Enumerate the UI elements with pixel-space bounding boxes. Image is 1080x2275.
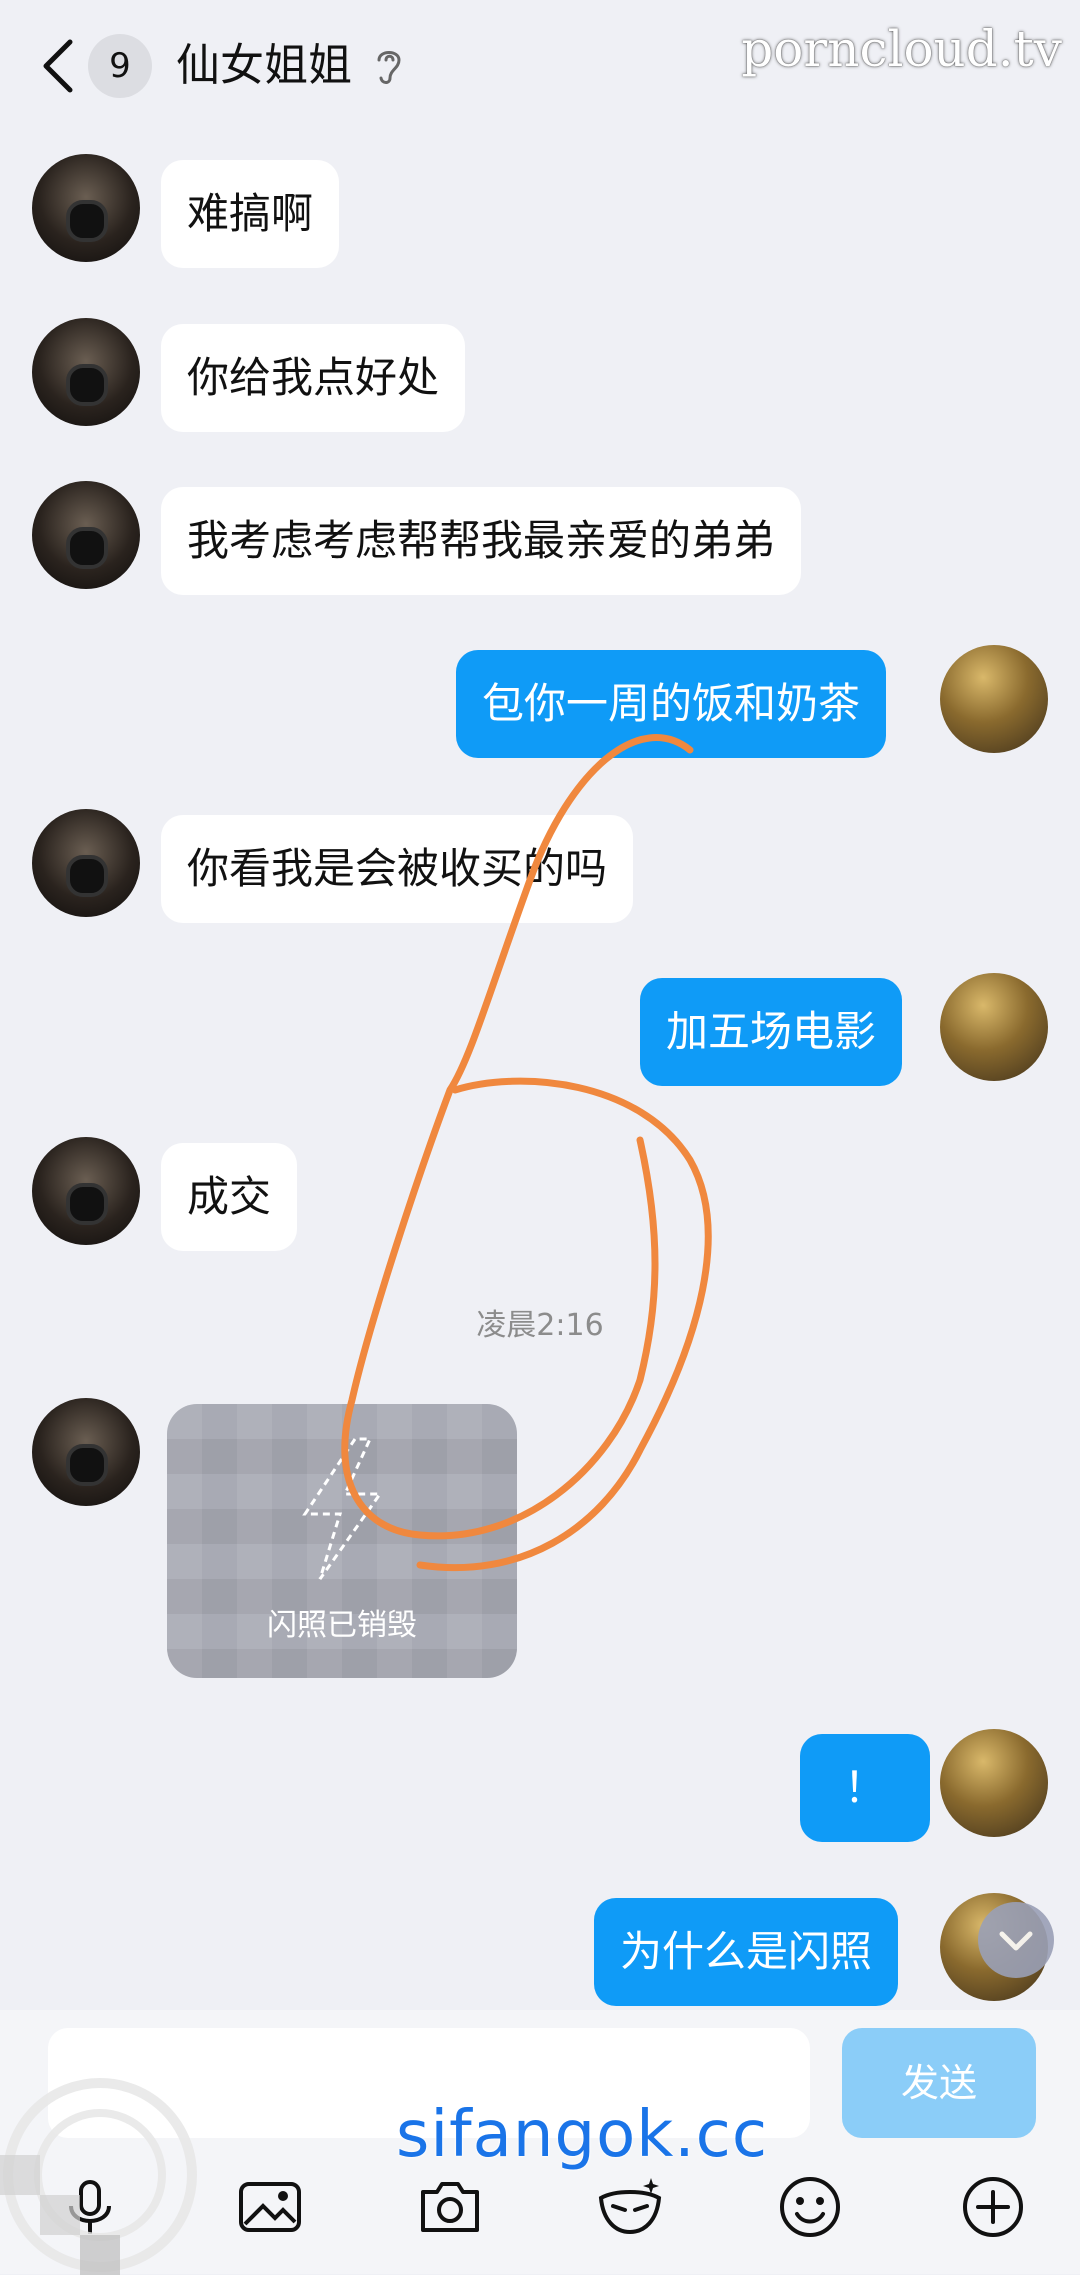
scroll-to-bottom-button[interactable] bbox=[978, 1902, 1054, 1978]
message-timestamp: 凌晨2:16 bbox=[476, 1308, 604, 1343]
ear-icon[interactable] bbox=[372, 44, 406, 88]
contact-avatar[interactable] bbox=[32, 318, 140, 426]
contact-avatar[interactable] bbox=[32, 154, 140, 262]
outgoing-message-bubble[interactable]: 为什么是闪照 bbox=[594, 1898, 899, 2006]
contact-avatar[interactable] bbox=[32, 1398, 140, 1506]
flash-photo-label: 闪照已销毁 bbox=[267, 1608, 417, 1643]
flash-photo-message[interactable]: 闪照已销毁 bbox=[167, 1404, 517, 1678]
camera-icon[interactable] bbox=[415, 2172, 485, 2242]
contact-avatar[interactable] bbox=[32, 481, 140, 589]
self-avatar[interactable] bbox=[940, 645, 1048, 753]
incoming-message-bubble[interactable]: 成交 bbox=[161, 1143, 298, 1251]
watermark-bottom: sifangok.cc bbox=[396, 2098, 768, 2172]
chevron-down-icon bbox=[999, 1931, 1033, 1951]
lightning-icon bbox=[302, 1437, 383, 1580]
incoming-message-bubble[interactable]: 我考虑考虑帮帮我最亲爱的弟弟 bbox=[161, 487, 802, 595]
emoji-icon[interactable] bbox=[775, 2172, 845, 2242]
watermark-top: porncloud.tv bbox=[741, 20, 1062, 78]
incoming-message-bubble[interactable]: 你看我是会被收买的吗 bbox=[161, 815, 634, 923]
back-chevron-icon[interactable] bbox=[36, 36, 86, 96]
contact-name[interactable]: 仙女姐姐 bbox=[176, 34, 352, 98]
image-icon[interactable] bbox=[235, 2172, 305, 2242]
outgoing-message-bubble[interactable]: 加五场电影 bbox=[640, 978, 903, 1086]
watermark-logo bbox=[0, 2078, 197, 2275]
outgoing-message-bubble[interactable]: ！ bbox=[800, 1734, 931, 1842]
plus-icon[interactable] bbox=[958, 2172, 1028, 2242]
self-avatar[interactable] bbox=[940, 973, 1048, 1081]
mask-icon[interactable] bbox=[595, 2172, 665, 2242]
incoming-message-bubble[interactable]: 你给我点好处 bbox=[161, 324, 466, 432]
contact-avatar[interactable] bbox=[32, 1137, 140, 1245]
outgoing-message-bubble[interactable]: 包你一周的饭和奶茶 bbox=[456, 650, 887, 758]
self-avatar[interactable] bbox=[940, 1729, 1048, 1837]
chat-header: 9 仙女姐姐 porncloud.tv bbox=[0, 0, 1080, 130]
incoming-message-bubble[interactable]: 难搞啊 bbox=[161, 160, 340, 268]
contact-avatar[interactable] bbox=[32, 809, 140, 917]
send-button[interactable]: 发送 bbox=[842, 2028, 1036, 2138]
unread-count-badge[interactable]: 9 bbox=[88, 34, 152, 98]
